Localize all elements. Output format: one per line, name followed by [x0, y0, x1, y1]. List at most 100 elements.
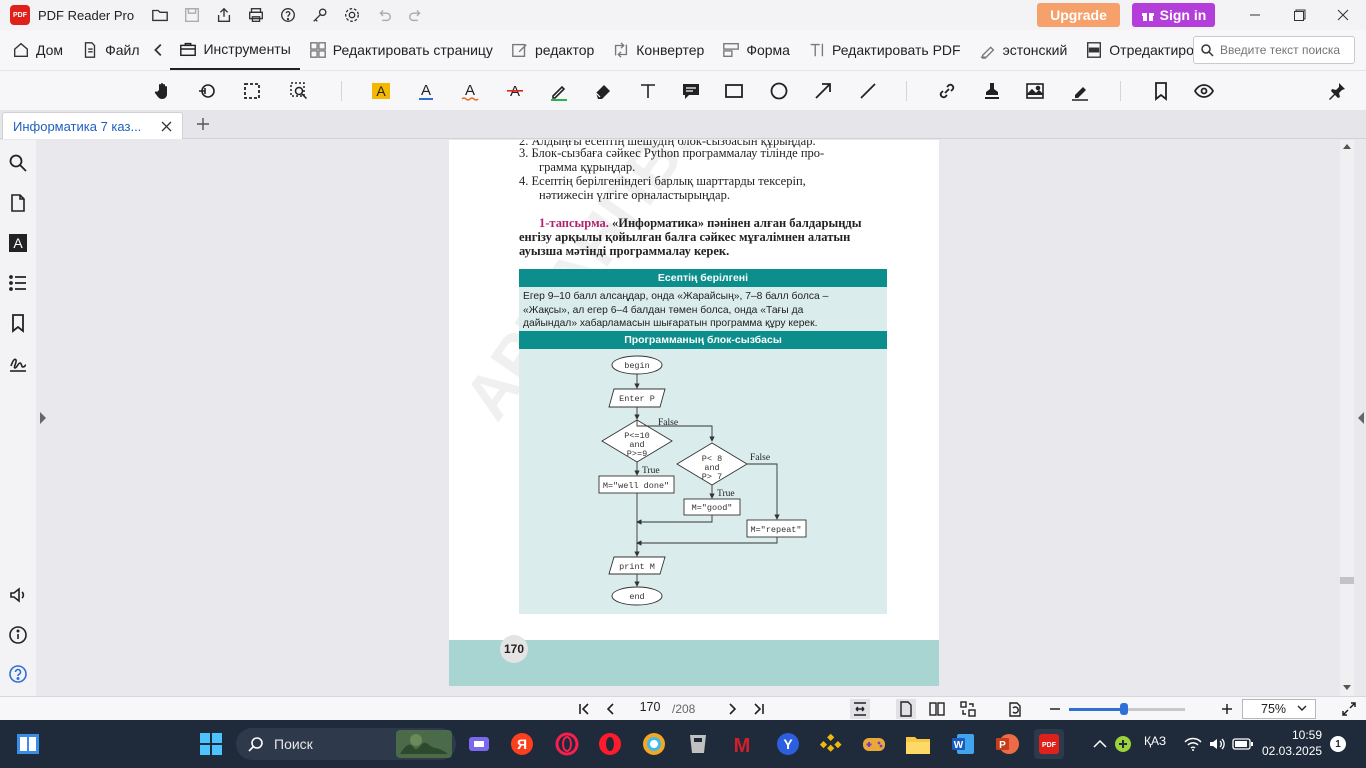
- menu-file[interactable]: Файл: [72, 30, 148, 70]
- upgrade-button[interactable]: Upgrade: [1037, 3, 1120, 27]
- menu-converter[interactable]: Конвертер: [603, 30, 713, 70]
- open-folder-icon[interactable]: [146, 2, 174, 28]
- last-page-button[interactable]: [749, 699, 769, 719]
- opera-icon[interactable]: [595, 729, 625, 759]
- file-explorer-icon[interactable]: [903, 729, 933, 759]
- menu-edit-pdf[interactable]: Редактировать PDF: [799, 30, 970, 70]
- zoom-slider[interactable]: [1069, 703, 1185, 715]
- fullscreen-button[interactable]: [1339, 699, 1359, 719]
- page-layout-button[interactable]: [958, 699, 978, 719]
- search-box[interactable]: [1193, 36, 1355, 64]
- gamepad-icon[interactable]: [859, 729, 889, 759]
- rectangle-tool[interactable]: [722, 79, 746, 103]
- game-m-icon[interactable]: M: [727, 729, 757, 759]
- arrow-tool[interactable]: [811, 79, 835, 103]
- close-window-button[interactable]: [1320, 0, 1366, 30]
- yandex-browser-icon[interactable]: Я: [507, 729, 537, 759]
- scrollbar-thumb[interactable]: [1340, 577, 1354, 584]
- battery-icon[interactable]: [1228, 729, 1258, 759]
- rotate-page-button[interactable]: [1005, 699, 1025, 719]
- task-view-icon[interactable]: [13, 729, 43, 759]
- language-indicator[interactable]: ҚАЗ: [1144, 734, 1166, 748]
- notification-badge[interactable]: 1: [1330, 736, 1346, 752]
- sidebar-help[interactable]: [7, 663, 29, 685]
- underline-tool[interactable]: A: [414, 79, 438, 103]
- next-page-button[interactable]: [722, 699, 742, 719]
- menu-tools[interactable]: Инструменты: [170, 30, 300, 70]
- current-page-input[interactable]: 170: [630, 700, 670, 718]
- line-tool[interactable]: [856, 79, 880, 103]
- sidebar-search[interactable]: [7, 152, 29, 174]
- chrome-like-icon[interactable]: [639, 729, 669, 759]
- close-tab-icon[interactable]: [158, 118, 174, 134]
- squiggly-tool[interactable]: A: [458, 79, 482, 103]
- menu-form[interactable]: Форма: [713, 30, 799, 70]
- binance-icon[interactable]: [816, 729, 846, 759]
- prev-page-button[interactable]: [601, 699, 621, 719]
- pdf-reader-taskbar-icon[interactable]: PDF: [1034, 729, 1064, 759]
- minimize-button[interactable]: [1232, 0, 1278, 30]
- circle-tool[interactable]: [767, 79, 791, 103]
- browser-y-icon[interactable]: Y: [773, 729, 803, 759]
- undo-icon[interactable]: [370, 2, 398, 28]
- hand-tool[interactable]: [151, 79, 175, 103]
- collapse-left-panel-icon[interactable]: [40, 412, 46, 424]
- opera-gx-icon[interactable]: [552, 729, 582, 759]
- fit-width-button[interactable]: [850, 699, 870, 719]
- sidebar-bookmarks[interactable]: [7, 312, 29, 334]
- windows-start-icon[interactable]: [196, 729, 226, 759]
- collapse-right-panel-icon[interactable]: [1358, 412, 1364, 424]
- signature-tool[interactable]: [1068, 79, 1092, 103]
- share-icon[interactable]: [210, 2, 238, 28]
- zoom-slider-knob[interactable]: [1119, 703, 1128, 715]
- first-page-button[interactable]: [574, 699, 594, 719]
- area-select-tool[interactable]: [240, 79, 264, 103]
- image-tool[interactable]: [1023, 79, 1047, 103]
- text-select-tool[interactable]: [195, 79, 219, 103]
- meet-app-icon[interactable]: [464, 729, 494, 759]
- eye-tool[interactable]: [1192, 79, 1216, 103]
- zoom-area-tool[interactable]: [287, 79, 311, 103]
- menu-scroll-left[interactable]: [148, 30, 170, 70]
- taskbar-search[interactable]: Поиск: [236, 728, 456, 760]
- pin-toolbar-button[interactable]: [1325, 79, 1349, 103]
- maximize-button[interactable]: [1277, 0, 1323, 30]
- sidebar-signatures[interactable]: [7, 352, 29, 374]
- zoom-out-button[interactable]: [1045, 699, 1065, 719]
- signin-button[interactable]: Sign in: [1132, 3, 1215, 27]
- zoom-select[interactable]: 75%: [1242, 699, 1316, 719]
- eraser-tool[interactable]: [591, 79, 615, 103]
- sidebar-read-aloud[interactable]: [7, 584, 29, 606]
- stamp-tool[interactable]: [980, 79, 1004, 103]
- sidebar-thumbnails[interactable]: [7, 192, 29, 214]
- text-tool[interactable]: [636, 79, 660, 103]
- sidebar-outline[interactable]: [7, 272, 29, 294]
- menu-estonian[interactable]: эстонский: [970, 30, 1077, 70]
- menu-edit-page[interactable]: Редактировать страницу: [300, 30, 502, 70]
- system-clock[interactable]: 10:59 02.03.2025: [1262, 727, 1322, 759]
- print-icon[interactable]: [242, 2, 270, 28]
- save-icon[interactable]: [178, 2, 206, 28]
- strikeout-tool[interactable]: A: [503, 79, 527, 103]
- highlight-tool[interactable]: A: [369, 79, 393, 103]
- scroll-down-icon[interactable]: [1343, 685, 1351, 691]
- sidebar-info[interactable]: [7, 624, 29, 646]
- single-page-button[interactable]: [896, 699, 916, 719]
- key-icon[interactable]: [306, 2, 334, 28]
- scroll-up-icon[interactable]: [1343, 143, 1351, 149]
- word-icon[interactable]: W: [948, 729, 978, 759]
- settings-icon[interactable]: [338, 2, 366, 28]
- redo-icon[interactable]: [402, 2, 430, 28]
- zoom-in-button[interactable]: [1217, 699, 1237, 719]
- menu-editor[interactable]: редактор: [502, 30, 603, 70]
- pen-tool[interactable]: [547, 79, 571, 103]
- link-tool[interactable]: [935, 79, 959, 103]
- note-tool[interactable]: [679, 79, 703, 103]
- tray-app-icon[interactable]: [1108, 729, 1138, 759]
- new-tab-button[interactable]: [193, 114, 213, 134]
- menu-home[interactable]: Дом: [3, 30, 72, 70]
- document-tab[interactable]: Информатика 7 каз...: [2, 112, 183, 139]
- help-icon[interactable]: [274, 2, 302, 28]
- bookmark-tool[interactable]: [1149, 79, 1173, 103]
- powerpoint-icon[interactable]: P: [992, 729, 1022, 759]
